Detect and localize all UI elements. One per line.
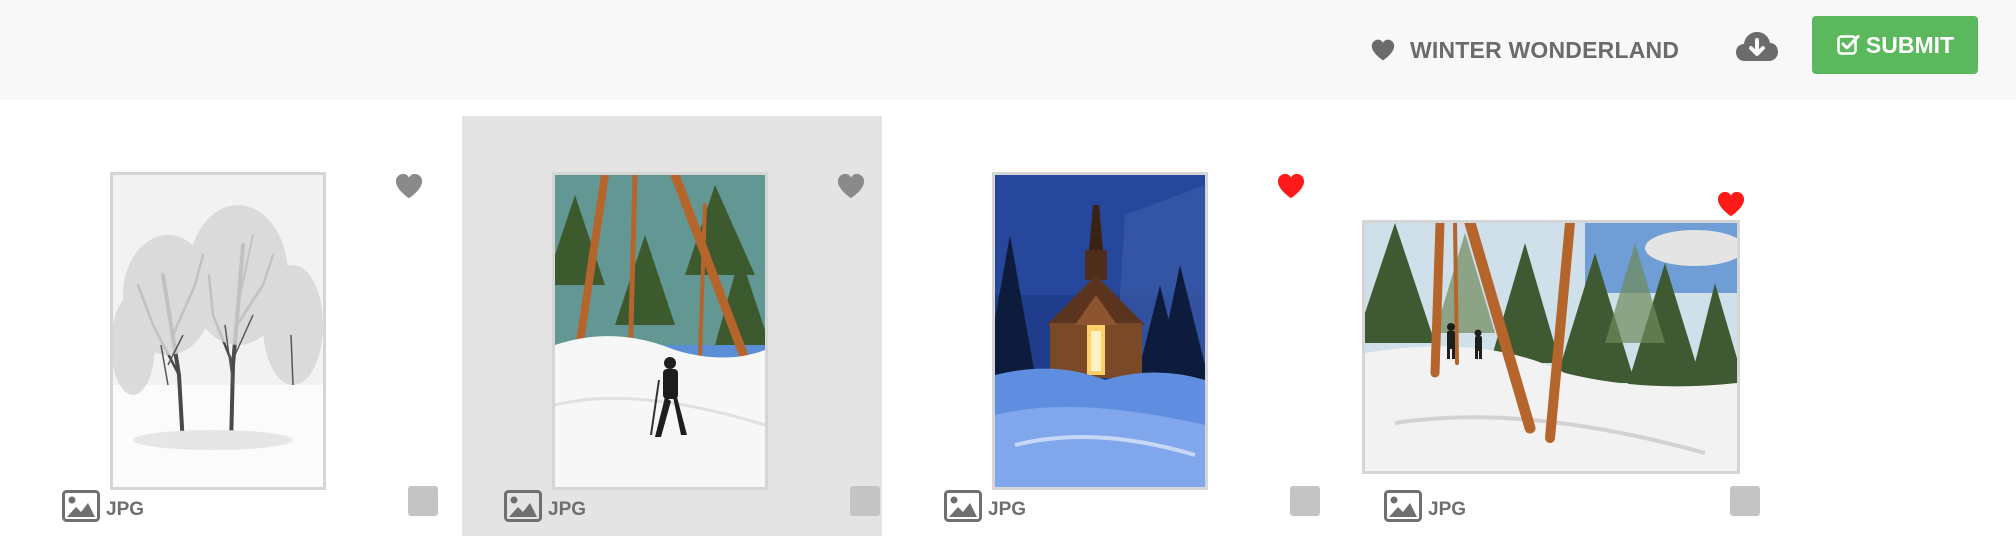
collection-title[interactable]: WINTER WONDERLAND xyxy=(1370,33,1679,67)
photo-card[interactable]: JPG xyxy=(902,116,1322,536)
file-type: JPG xyxy=(1384,490,1466,522)
photo-card-selected[interactable]: JPG xyxy=(462,116,882,536)
favorite-toggle[interactable] xyxy=(1276,172,1306,200)
select-checkbox[interactable] xyxy=(850,486,880,516)
photo-thumbnail[interactable] xyxy=(1362,220,1740,474)
heart-icon xyxy=(1371,39,1395,61)
heart-icon xyxy=(1717,191,1745,217)
favorite-toggle[interactable] xyxy=(1716,190,1746,218)
photo-snowy-trees xyxy=(113,175,323,487)
cloud-download-icon xyxy=(1736,32,1778,61)
favorite-toggle[interactable] xyxy=(836,172,866,200)
image-file-icon xyxy=(944,490,982,522)
file-type: JPG xyxy=(504,490,586,522)
photo-thumbnail[interactable] xyxy=(992,172,1208,490)
select-checkbox[interactable] xyxy=(1730,486,1760,516)
image-file-icon xyxy=(1384,490,1422,522)
file-type-label: JPG xyxy=(988,499,1027,520)
file-type-label: JPG xyxy=(548,499,587,520)
heart-icon xyxy=(395,173,423,199)
check-square-icon xyxy=(1837,35,1860,55)
photo-snowshoer xyxy=(555,175,765,487)
photo-hikers-trail xyxy=(1365,223,1737,471)
select-checkbox[interactable] xyxy=(408,486,438,516)
photo-chapel-night xyxy=(995,175,1205,487)
file-type: JPG xyxy=(62,490,144,522)
favorite-toggle[interactable] xyxy=(394,172,424,200)
file-type-label: JPG xyxy=(106,499,145,520)
submit-label: SUBMIT xyxy=(1865,31,1955,58)
select-checkbox[interactable] xyxy=(1290,486,1320,516)
top-toolbar: WINTER WONDERLAND SUBMIT xyxy=(0,0,2016,100)
photo-card[interactable]: JPG xyxy=(20,116,440,536)
image-file-icon xyxy=(504,490,542,522)
photo-thumbnail[interactable] xyxy=(110,172,326,490)
submit-button[interactable]: SUBMIT xyxy=(1812,16,1978,74)
photo-thumbnail[interactable] xyxy=(552,172,768,490)
image-file-icon xyxy=(62,490,100,522)
heart-icon xyxy=(1277,173,1305,199)
file-type: JPG xyxy=(944,490,1026,522)
download-button[interactable] xyxy=(1734,27,1780,67)
photo-card[interactable]: JPG xyxy=(1342,116,1762,536)
collection-name: WINTER WONDERLAND xyxy=(1410,36,1680,63)
heart-icon xyxy=(837,173,865,199)
file-type-label: JPG xyxy=(1428,499,1467,520)
